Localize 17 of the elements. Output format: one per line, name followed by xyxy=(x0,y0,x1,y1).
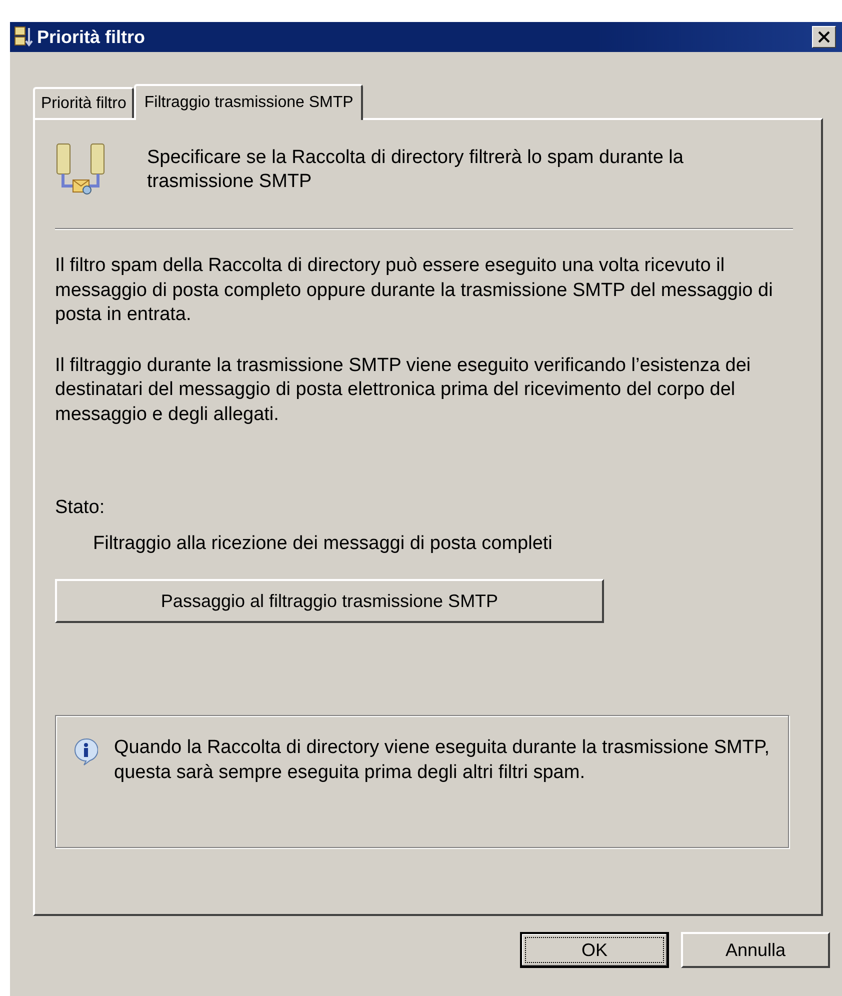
switch-filtering-button[interactable]: Passaggio al filtraggio trasmissione SMTP xyxy=(55,579,604,623)
status-label: Stato: xyxy=(55,497,106,519)
header-text: Specificare se la Raccolta di directory filtrerà lo spam durante la trasmissione SMTP xyxy=(147,146,684,194)
info-text: Quando la Raccolta di directory viene eseguita durante la trasmissione SMTP, questa sarà sempre eseguita prima degli altri filtri spam. xyxy=(114,736,770,784)
description-text: Il filtro spam della Raccolta di directory può essere eseguito una volta ricevuto il messaggio di posta completo oppure durante la trasmissione SMTP del messaggio di posta in entrata. xyxy=(55,254,774,327)
tab[interactable]: Priorità filtro xyxy=(33,87,134,118)
close-button[interactable] xyxy=(812,26,836,48)
tab[interactable]: Filtraggio trasmissione SMTP xyxy=(134,84,364,120)
window-title: Priorità filtro xyxy=(37,26,146,48)
dialog-button[interactable]: Annulla xyxy=(681,932,830,968)
info-icon xyxy=(74,738,98,766)
servers-mail-icon xyxy=(55,142,107,196)
dialog-button[interactable]: OK xyxy=(520,932,669,968)
status-value: Filtraggio alla ricezione dei messaggi di posta completi xyxy=(93,533,554,555)
description-text: Il filtraggio durante la trasmissione SMTP viene eseguito verificando l’esistenza dei destinatari del messaggio di posta elettronica prima del ricevimento del corpo del messaggio e degli allegati. xyxy=(55,354,752,426)
close-icon xyxy=(817,31,831,43)
servers-icon xyxy=(14,26,34,48)
